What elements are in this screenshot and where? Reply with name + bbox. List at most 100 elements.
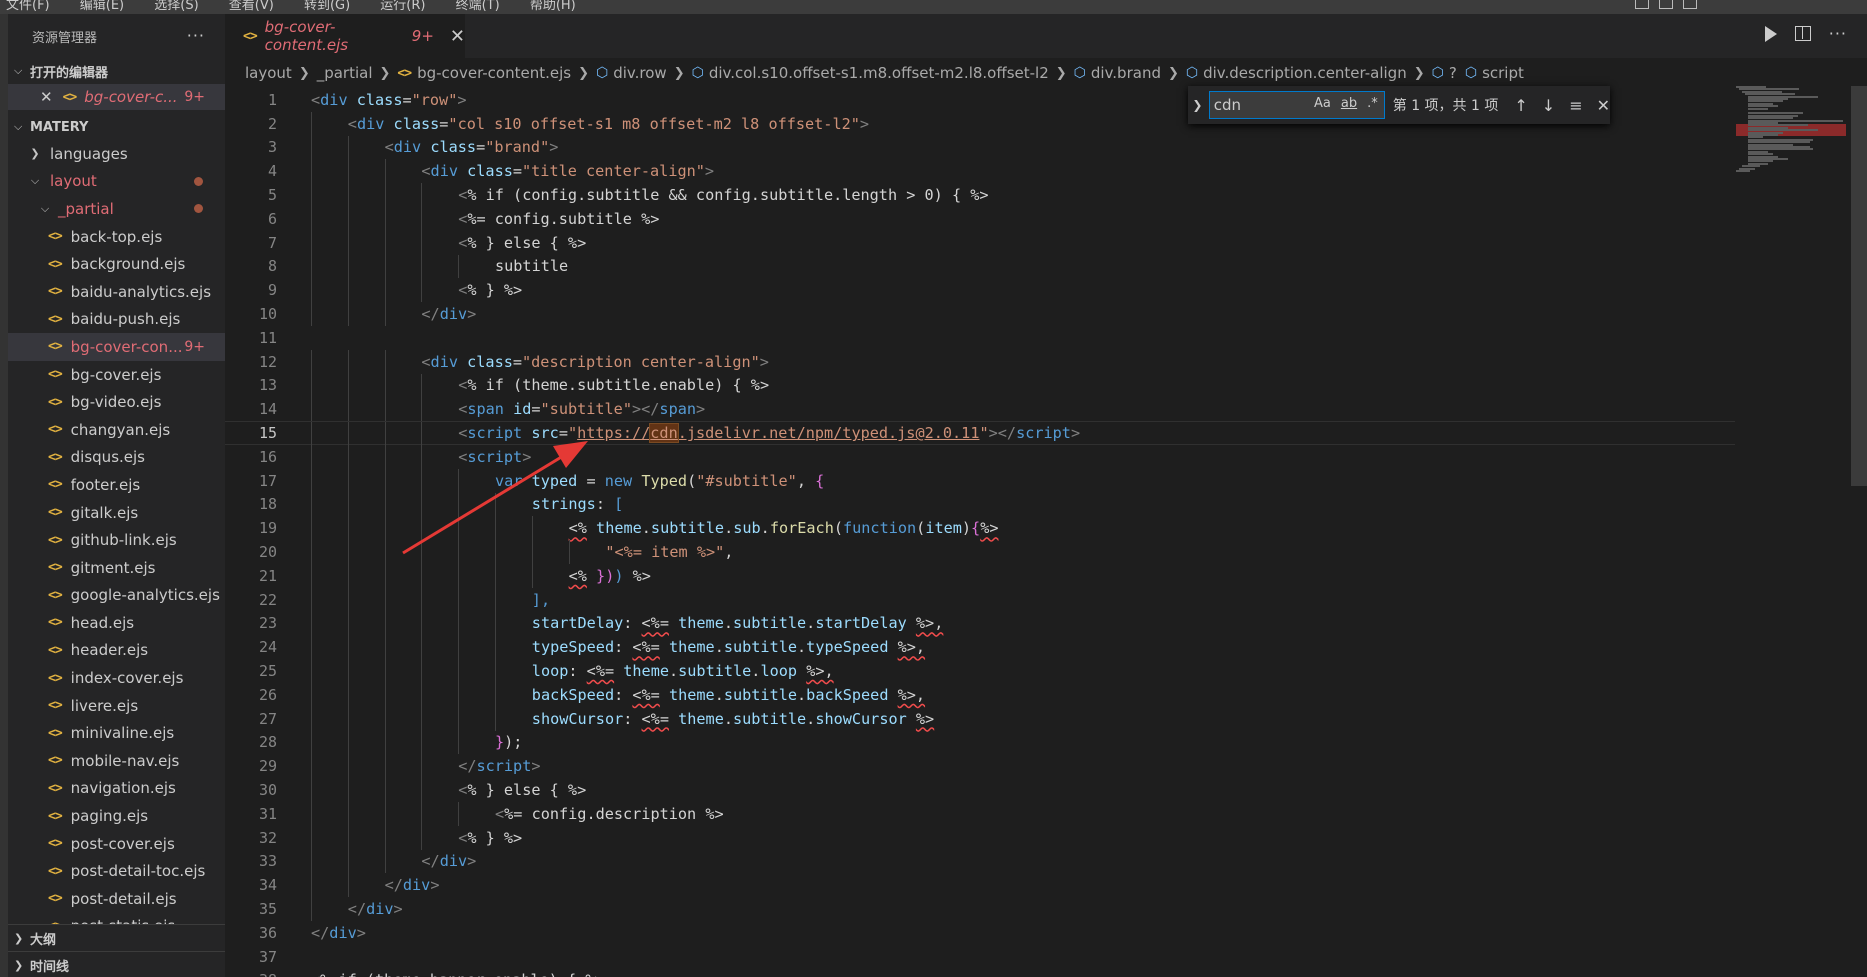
code-line[interactable]: 15 <script src="https://cdn.jsdelivr.net/… [225, 421, 1735, 446]
tab-bg-cover-content[interactable]: <> bg-cover-content.ejs 9+ ✕ [225, 14, 465, 58]
file-item[interactable]: <> paging.ejs [8, 802, 225, 830]
timeline-header[interactable]: ❯ 时间线 [8, 951, 225, 977]
layout-icon[interactable] [1635, 0, 1649, 9]
code-line[interactable]: 19 <% theme.subtitle.sub.forEach(function… [225, 516, 1735, 541]
code-line[interactable]: 27 showCursor: <%= theme.subtitle.showCur… [225, 706, 1735, 731]
breadcrumb-item[interactable]: layout [245, 64, 292, 82]
file-item[interactable]: <> bg-video.ejs [8, 388, 225, 416]
code-line[interactable]: 22], [225, 587, 1735, 612]
code-line[interactable]: 18 strings: [ [225, 492, 1735, 517]
file-item[interactable]: <> livere.ejs [8, 692, 225, 720]
code-view[interactable]: 1 <div class="row"> 2 <div class="col s10 o… [225, 88, 1867, 977]
scrollbar-thumb[interactable] [1851, 86, 1867, 486]
code-line[interactable]: 21 <% })) %> [225, 564, 1735, 588]
menu-bar[interactable]: 文件(F) 编辑(E) 选择(S) 查看(V) 转到(G) 运行(R) 终端(T… [6, 0, 576, 13]
code-line[interactable]: 23 startDelay: <%= theme.subtitle.startDe… [225, 611, 1735, 636]
regex-toggle[interactable]: .* [1365, 95, 1380, 112]
code-line[interactable]: 9 <% } %> [225, 278, 1735, 303]
file-item[interactable]: <> google-analytics.ejs [8, 582, 225, 610]
outline-header[interactable]: ❯ 大纲 [8, 924, 225, 951]
next-match-icon[interactable]: ↓ [1542, 96, 1555, 115]
code-line[interactable]: 14 <span id="subtitle"></span> [225, 397, 1735, 422]
file-item[interactable]: <> bg-cover-con... 9+ [8, 333, 225, 361]
code-line[interactable]: 38 <% if (theme.banner.enable) { %> [225, 969, 1735, 977]
code-line[interactable]: 20 "<%= item %>", [225, 540, 1735, 564]
folder-layout[interactable]: ⌵ layout [8, 168, 225, 196]
file-item[interactable]: <> head.ejs [8, 609, 225, 637]
match-whole-word-toggle[interactable]: ab [1339, 95, 1359, 112]
code-line[interactable]: 12 <div class="description center-align"> [225, 349, 1735, 374]
split-editor-icon[interactable] [1794, 26, 1811, 41]
layout-icon[interactable] [1683, 0, 1697, 9]
file-item[interactable]: <> disqus.ejs [8, 444, 225, 472]
file-item[interactable]: <> navigation.ejs [8, 775, 225, 803]
code-line[interactable]: 37 [225, 945, 1735, 969]
file-item[interactable]: <> footer.ejs [8, 471, 225, 499]
code-line[interactable]: 36 </div> [225, 921, 1735, 945]
code-line[interactable]: 34 </div> [225, 873, 1735, 898]
previous-match-icon[interactable]: ↑ [1514, 96, 1527, 115]
breadcrumb-item[interactable]: div.description.center-align [1203, 64, 1407, 82]
file-item[interactable]: <> gitalk.ejs [8, 499, 225, 527]
file-item[interactable]: <> baidu-analytics.ejs [8, 278, 225, 306]
file-item[interactable]: <> changyan.ejs [8, 416, 225, 444]
code-line[interactable]: 7 <% } else { %> [225, 230, 1735, 255]
code-line[interactable]: 16 <script> [225, 445, 1735, 469]
code-line[interactable]: 33 </div> [225, 849, 1735, 874]
minimap[interactable] [1736, 86, 1846, 176]
code-line[interactable]: 5 <% if (config.subtitle && config.subtit… [225, 183, 1735, 207]
file-item[interactable]: <> back-top.ejs [8, 223, 225, 251]
code-line[interactable]: 17 var typed = new Typed("#subtitle", { [225, 468, 1735, 493]
breadcrumb-item[interactable]: ? [1449, 64, 1457, 82]
layout-icon[interactable] [1659, 0, 1673, 9]
more-actions-icon[interactable]: ··· [187, 26, 205, 45]
code-line[interactable]: 8 subtitle [225, 254, 1735, 279]
open-editor-item[interactable]: ✕ <> bg-cover-c... 9+ [8, 84, 225, 110]
code-line[interactable]: 32 <% } %> [225, 825, 1735, 850]
code-line[interactable]: 4 <div class="title center-align"> [225, 159, 1735, 184]
code-line[interactable]: 26 backSpeed: <%= theme.subtitle.backSpee… [225, 683, 1735, 707]
file-item[interactable]: <> baidu-push.ejs [8, 306, 225, 334]
code-line[interactable]: 11 [225, 326, 1735, 350]
file-item[interactable]: <> bg-cover.ejs [8, 361, 225, 389]
breadcrumb-item[interactable]: div.row [613, 64, 666, 82]
code-line[interactable]: 31 <%= config.description %> [225, 802, 1735, 826]
match-case-toggle[interactable]: Aa [1312, 95, 1333, 112]
breadcrumb-item[interactable]: _partial [317, 64, 373, 82]
code-line[interactable]: 25 loop: <%= theme.subtitle.loop %>, [225, 659, 1735, 683]
code-line[interactable]: 3 <div class="brand"> [225, 135, 1735, 160]
close-icon[interactable]: ✕ [40, 88, 53, 106]
folder-partial[interactable]: ⌵ _partial [8, 195, 225, 223]
chevron-right-icon[interactable]: ❯ [1190, 98, 1205, 112]
close-icon[interactable]: ✕ [1597, 96, 1610, 115]
more-actions-icon[interactable]: ··· [1829, 24, 1847, 43]
code-line[interactable]: 6 <%= config.subtitle %> [225, 207, 1735, 231]
file-item[interactable]: <> mobile-nav.ejs [8, 747, 225, 775]
file-item[interactable]: <> header.ejs [8, 637, 225, 665]
code-line[interactable]: 29 </script> [225, 754, 1735, 779]
file-item[interactable]: <> post-cover.ejs [8, 830, 225, 858]
code-line[interactable]: 30 <% } else { %> [225, 778, 1735, 802]
file-item[interactable]: <> gitment.ejs [8, 554, 225, 582]
code-line[interactable]: 13 <% if (theme.subtitle.enable) { %> [225, 373, 1735, 398]
file-item[interactable]: <> post-detail-toc.ejs [8, 857, 225, 885]
open-editors-header[interactable]: ⌵ 打开的编辑器 [8, 58, 225, 84]
run-icon[interactable] [1764, 25, 1777, 42]
find-in-selection-icon[interactable]: ≡ [1569, 96, 1582, 115]
breadcrumb-item[interactable]: div.col.s10.offset-s1.m8.offset-m2.l8.of… [709, 64, 1049, 82]
find-input[interactable]: cdn Aa ab .* [1208, 91, 1385, 119]
file-item[interactable]: <> background.ejs [8, 250, 225, 278]
code-line[interactable]: 28}); [225, 730, 1735, 755]
code-line[interactable]: 10 </div> [225, 302, 1735, 326]
file-item[interactable]: <> post-detail.ejs [8, 885, 225, 913]
breadcrumb-item[interactable]: div.brand [1091, 64, 1161, 82]
file-item[interactable]: <> index-cover.ejs [8, 664, 225, 692]
close-tab-icon[interactable]: ✕ [450, 26, 465, 47]
code-line[interactable]: 35 </div> [225, 897, 1735, 921]
folder-languages[interactable]: ❯ languages [8, 140, 225, 168]
code-line[interactable]: 24 typeSpeed: <%= theme.subtitle.typeSpee… [225, 635, 1735, 660]
workspace-header[interactable]: ⌵ MATERY [8, 114, 225, 140]
breadcrumb-item[interactable]: bg-cover-content.ejs [417, 64, 571, 82]
breadcrumb-item[interactable]: script [1482, 64, 1524, 82]
file-item[interactable]: <> minivaline.ejs [8, 719, 225, 747]
